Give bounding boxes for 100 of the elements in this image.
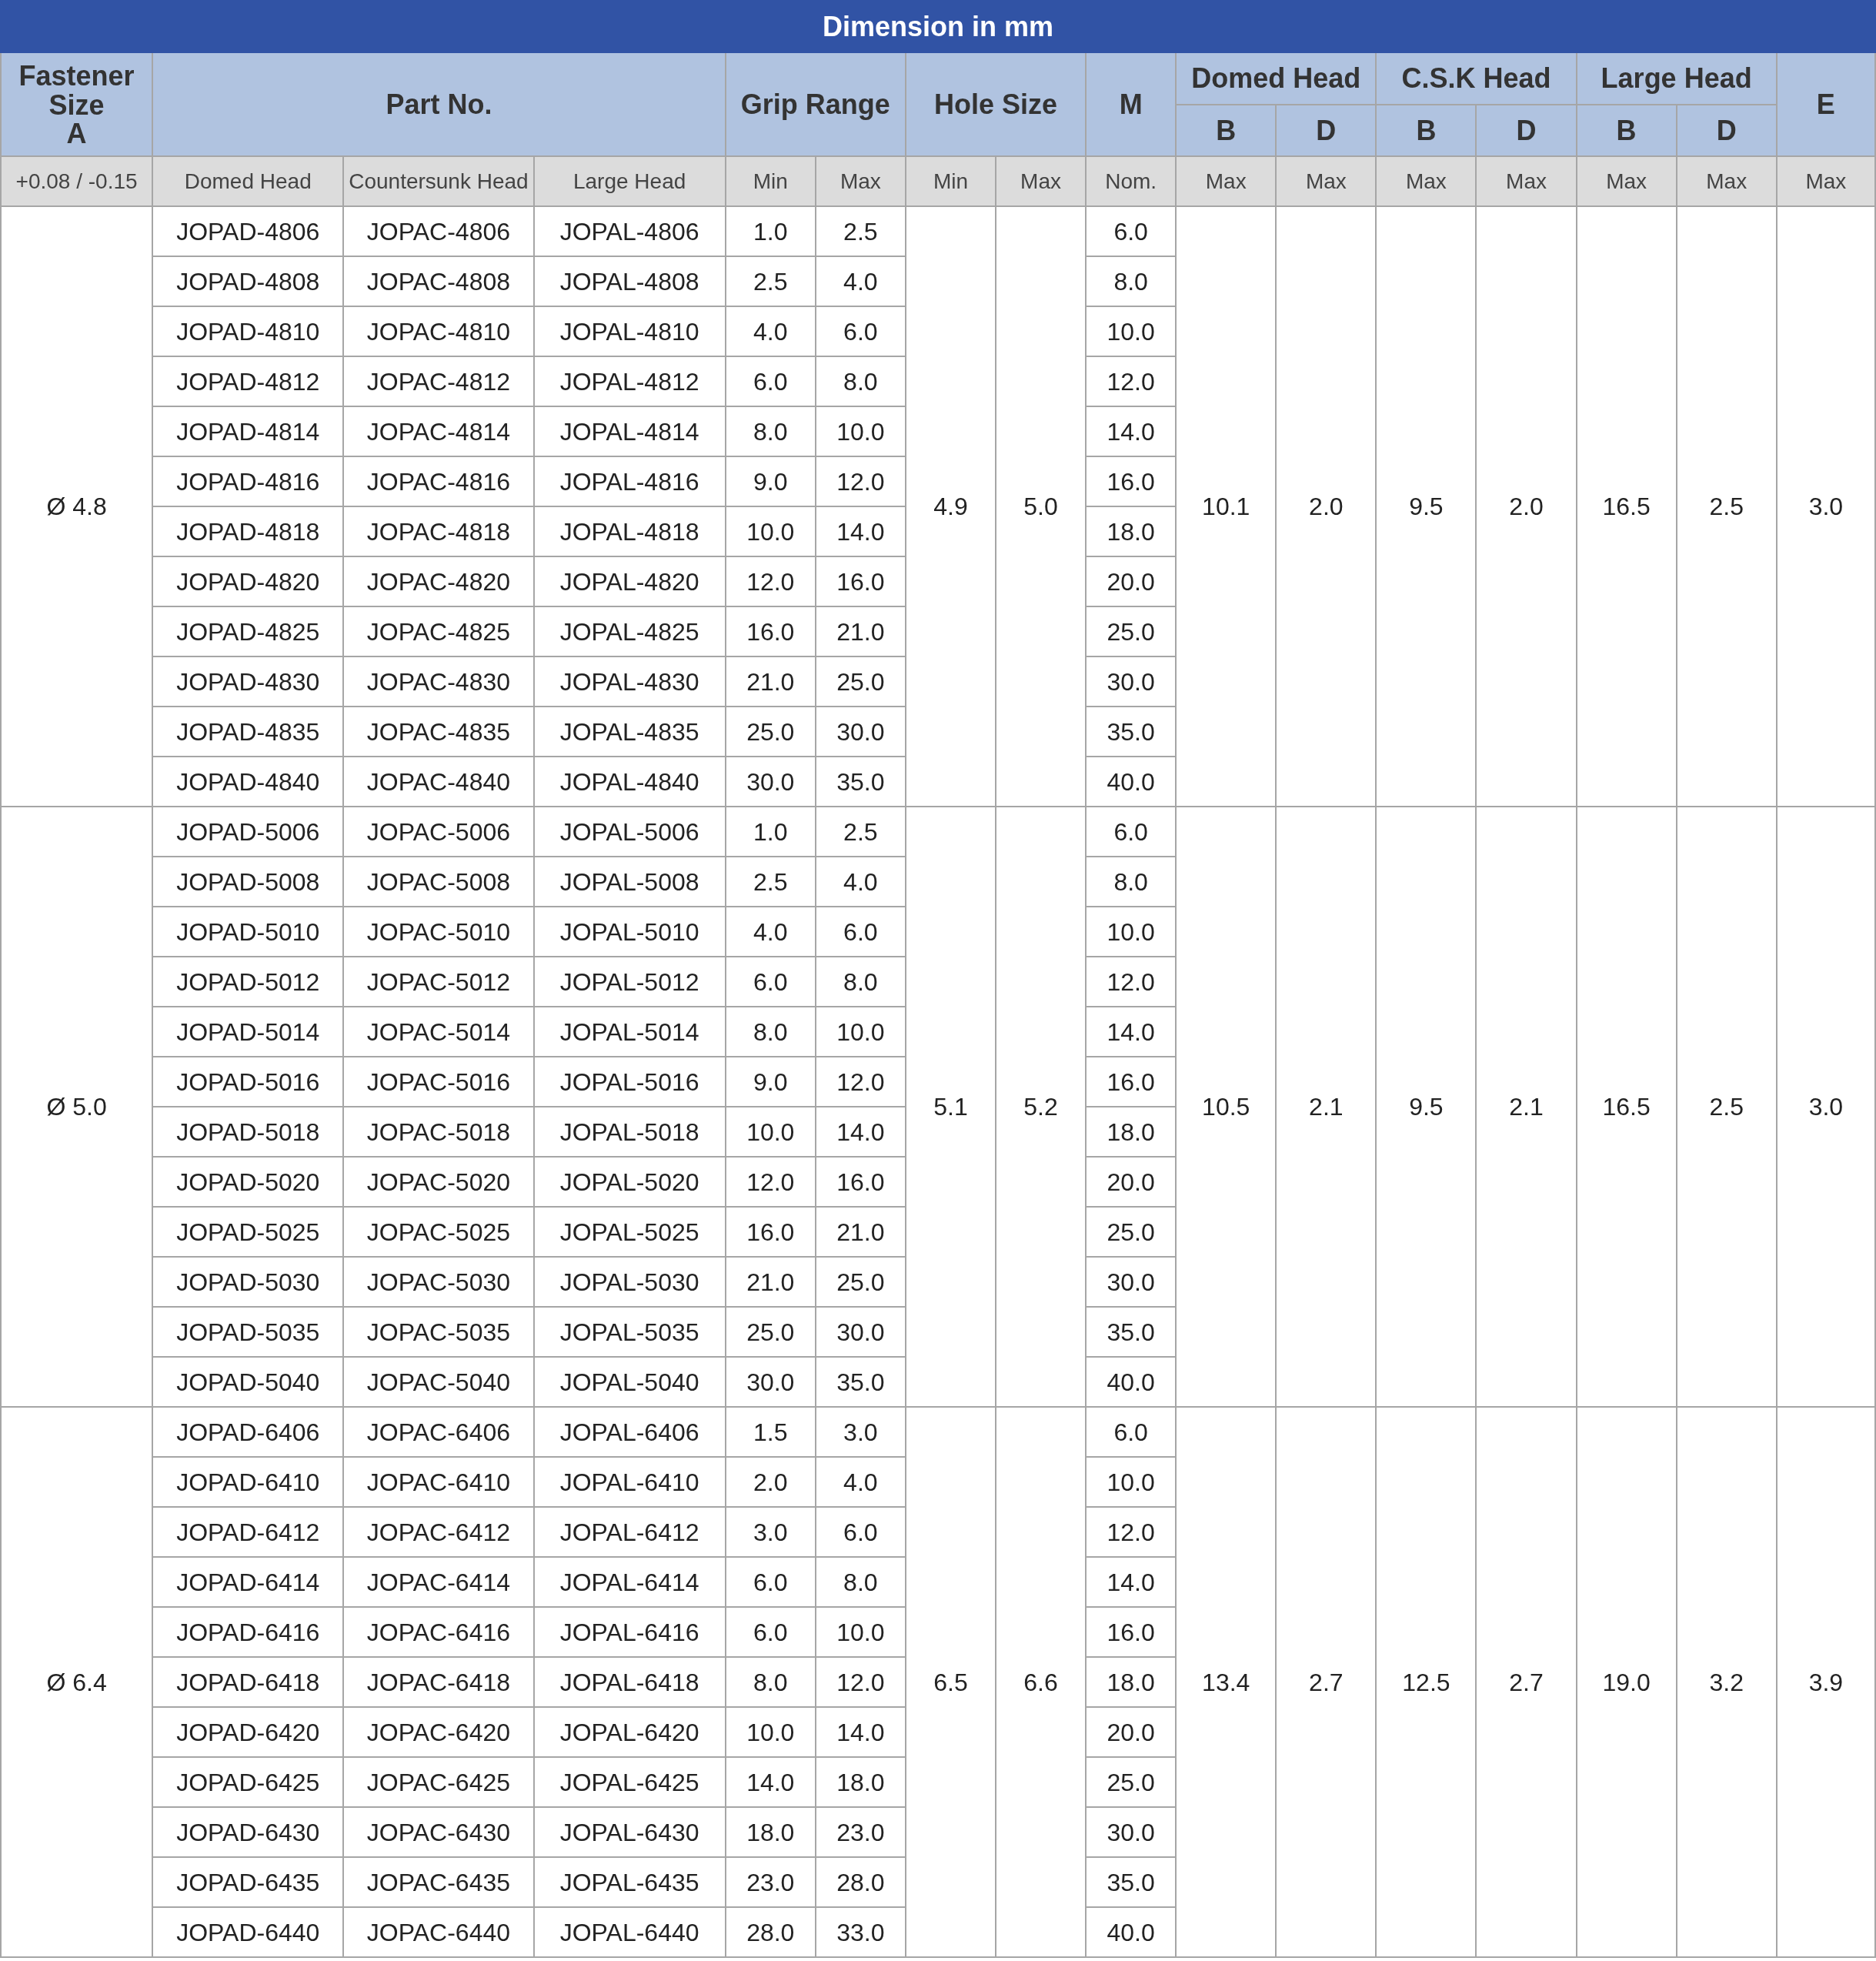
header-cell: D	[1676, 105, 1777, 156]
table-cell: 9.5	[1376, 807, 1477, 1407]
table-cell: JOPAD-4840	[152, 757, 344, 807]
table-cell: 10.0	[725, 506, 816, 556]
table-cell: JOPAL-6410	[533, 1457, 726, 1507]
subheader-cell: Large Head	[533, 156, 726, 206]
table-cell: 2.1	[1276, 807, 1377, 1407]
table-cell: 25.0	[725, 707, 816, 757]
table-cell: 23.0	[725, 1857, 816, 1907]
table-cell: JOPAC-5010	[343, 907, 534, 957]
table-cell: JOPAD-4818	[152, 506, 344, 556]
table-cell: JOPAD-5030	[152, 1257, 344, 1307]
table-cell: JOPAC-6414	[343, 1557, 534, 1607]
table-cell: 2.1	[1476, 807, 1577, 1407]
table-cell: JOPAL-6414	[533, 1557, 726, 1607]
table-cell: JOPAD-5020	[152, 1157, 344, 1207]
table-cell: JOPAD-5008	[152, 857, 344, 907]
table-cell: JOPAD-4820	[152, 556, 344, 606]
table-cell: JOPAL-5012	[533, 957, 726, 1007]
table-cell: JOPAL-4814	[533, 406, 726, 456]
table-cell: 6.0	[725, 356, 816, 406]
header-cell: B	[1176, 105, 1277, 156]
table-cell: JOPAD-6425	[152, 1757, 344, 1807]
table-cell: 12.0	[725, 556, 816, 606]
table-cell: JOPAC-5035	[343, 1307, 534, 1357]
table-cell: JOPAC-4806	[343, 206, 534, 256]
table-cell: JOPAL-4840	[533, 757, 726, 807]
table-cell: 10.0	[725, 1707, 816, 1757]
table-cell: JOPAC-6425	[343, 1757, 534, 1807]
table-cell: JOPAL-4820	[533, 556, 726, 606]
table-cell: 10.1	[1176, 206, 1277, 807]
subheader-cell: Max	[996, 156, 1087, 206]
table-cell: JOPAL-4810	[533, 306, 726, 356]
table-cell: JOPAL-4806	[533, 206, 726, 256]
header-cell: D	[1276, 105, 1377, 156]
table-cell: 2.0	[725, 1457, 816, 1507]
header-cell: Domed Head	[1176, 52, 1377, 105]
table-cell: 1.5	[725, 1407, 816, 1457]
table-cell: 3.2	[1676, 1407, 1777, 1957]
table-cell: JOPAD-4808	[152, 256, 344, 306]
table-cell: 21.0	[725, 656, 816, 707]
table-cell: JOPAD-4816	[152, 456, 344, 506]
table-cell: JOPAL-4816	[533, 456, 726, 506]
table-cell: JOPAD-5006	[152, 807, 344, 857]
table-cell: JOPAC-6416	[343, 1607, 534, 1657]
table-cell: JOPAL-5040	[533, 1357, 726, 1407]
table-cell: JOPAL-5030	[533, 1257, 726, 1307]
table-cell: 8.0	[725, 1007, 816, 1057]
table-cell: 16.0	[725, 1207, 816, 1257]
table-cell: JOPAL-5016	[533, 1057, 726, 1107]
table-cell: JOPAD-5025	[152, 1207, 344, 1257]
table-cell: JOPAC-6418	[343, 1657, 534, 1707]
table-cell: JOPAD-4814	[152, 406, 344, 456]
table-cell: 2.5	[815, 206, 906, 256]
table-cell: 5.0	[996, 206, 1087, 807]
subheader-cell: Max	[1476, 156, 1577, 206]
table-cell: JOPAC-4835	[343, 707, 534, 757]
table-cell: 3.0	[1776, 206, 1875, 807]
table-title: Dimension in mm	[1, 1, 1875, 52]
table-cell: JOPAL-5006	[533, 807, 726, 857]
table-cell: JOPAL-6416	[533, 1607, 726, 1657]
table-cell: 25.0	[725, 1307, 816, 1357]
table-cell: JOPAC-4808	[343, 256, 534, 306]
table-cell: JOPAL-6418	[533, 1657, 726, 1707]
table-cell: 21.0	[725, 1257, 816, 1307]
table-cell: JOPAD-6418	[152, 1657, 344, 1707]
table-cell: 5.2	[996, 807, 1087, 1407]
table-cell: 1.0	[725, 807, 816, 857]
table-cell: JOPAC-6430	[343, 1807, 534, 1857]
table-cell: 9.5	[1376, 206, 1477, 807]
table-cell: JOPAL-6425	[533, 1757, 726, 1807]
header-cell: E	[1776, 52, 1875, 156]
table-cell: 3.9	[1776, 1407, 1875, 1957]
table-cell: 16.5	[1576, 206, 1677, 807]
table-cell: JOPAD-5014	[152, 1007, 344, 1057]
table-cell: JOPAL-5035	[533, 1307, 726, 1357]
table-cell: JOPAC-4825	[343, 606, 534, 656]
table-cell: JOPAC-4816	[343, 456, 534, 506]
table-cell: JOPAC-5025	[343, 1207, 534, 1257]
table-cell: JOPAL-6440	[533, 1907, 726, 1957]
table-cell: JOPAD-6435	[152, 1857, 344, 1907]
table-cell: JOPAD-4830	[152, 656, 344, 707]
table-cell: JOPAL-4818	[533, 506, 726, 556]
table-cell: 2.0	[1476, 206, 1577, 807]
header-cell: C.S.K Head	[1376, 52, 1577, 105]
table-cell: 2.5	[1676, 807, 1777, 1407]
table-cell: JOPAL-6412	[533, 1507, 726, 1557]
table-cell: JOPAL-4830	[533, 656, 726, 707]
header-label: Fastener Size	[18, 61, 135, 120]
table-cell: JOPAD-4806	[152, 206, 344, 256]
table-cell: 3.0	[1776, 807, 1875, 1407]
table-cell: 19.0	[1576, 1407, 1677, 1957]
table-cell: JOPAL-5020	[533, 1157, 726, 1207]
table-cell: JOPAL-6420	[533, 1707, 726, 1757]
table-cell: 3.0	[725, 1507, 816, 1557]
table-cell: 10.0	[725, 1107, 816, 1157]
table-cell: 6.0	[1086, 1407, 1177, 1457]
table-cell: JOPAC-6420	[343, 1707, 534, 1757]
table-cell: 2.5	[815, 807, 906, 857]
subheader-cell: +0.08 / -0.15	[1, 156, 153, 206]
